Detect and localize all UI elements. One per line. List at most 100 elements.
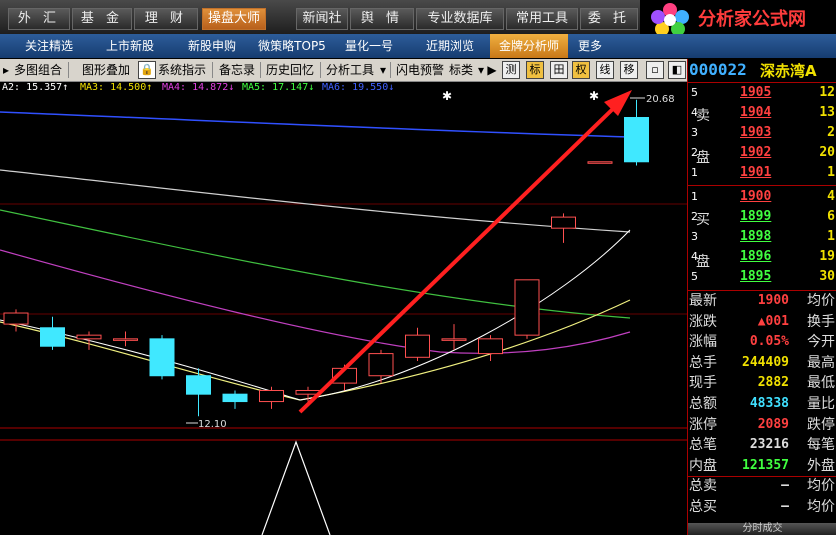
divider: [688, 185, 836, 186]
kline-chart[interactable]: ✱ ✱ 20.68 12.10: [0, 82, 687, 535]
marker-star: ✱: [442, 89, 452, 103]
candle-body[interactable]: [259, 389, 284, 403]
sell-level-row[interactable]: 1 1901 1: [688, 163, 836, 183]
sell-price: 1902: [740, 145, 772, 160]
nav-new-listings[interactable]: 上市新股: [94, 34, 166, 58]
level-number: 5: [691, 270, 698, 283]
feature-nav-bar: 关注精选 上市新股 新股申购 微策略TOP5 量化一号 近期浏览 金牌分析师 更…: [0, 34, 836, 58]
tab-time-trades[interactable]: 分时成交: [688, 523, 836, 535]
grid-toggle-icon[interactable]: 田: [550, 61, 568, 79]
quote-label: 总卖: [689, 478, 717, 495]
logo-title: 分析家公式网: [698, 9, 806, 30]
quote-value: 23216: [749, 437, 789, 453]
category-button[interactable]: 标类: [448, 61, 474, 79]
menu-news[interactable]: 新闻社: [296, 8, 348, 30]
level-number: 3: [691, 230, 698, 243]
menu-finance[interactable]: 理 财: [134, 8, 198, 30]
candle-body[interactable]: [186, 375, 211, 395]
nav-watchlist[interactable]: 关注精选: [14, 34, 84, 58]
candle-body[interactable]: [478, 338, 503, 355]
level-number: 1: [691, 190, 698, 203]
flower-logo-icon: [651, 3, 689, 34]
candle-body[interactable]: [514, 279, 540, 336]
menu-order[interactable]: 委 托: [580, 8, 638, 30]
quote-value: 244409: [742, 354, 789, 370]
toggle-move[interactable]: 移: [620, 61, 638, 79]
stock-code: 000022: [689, 60, 747, 79]
menu-sentiment[interactable]: 舆 情: [350, 8, 414, 30]
candle-body[interactable]: [441, 338, 467, 341]
quote-label: 最新: [689, 293, 717, 309]
quote-row: 涨跌 ▲001 换手: [688, 312, 836, 332]
sell-level-row[interactable]: 5 1905 12: [688, 83, 836, 103]
flash-alert-button[interactable]: 闪电预警: [394, 61, 446, 79]
dropdown-arrow-icon[interactable]: ▾: [378, 61, 388, 79]
candle-body[interactable]: [551, 216, 576, 229]
candle-body[interactable]: [222, 393, 248, 403]
buy-price: 1896: [740, 249, 772, 264]
candle-body[interactable]: [405, 334, 430, 358]
candle-body[interactable]: [113, 338, 138, 341]
overlay-button[interactable]: 图形叠加: [80, 61, 132, 79]
toggle-line[interactable]: 线: [596, 61, 614, 79]
multi-chart-button[interactable]: 多图组合: [12, 61, 64, 79]
lock-icon[interactable]: 🔒: [138, 61, 156, 79]
candle-body[interactable]: [587, 161, 613, 164]
expand-arrow-icon[interactable]: ▸: [2, 61, 10, 79]
candle-body[interactable]: [3, 312, 29, 325]
system-indicator-button[interactable]: 系统指示: [156, 61, 208, 79]
candle-body[interactable]: [368, 353, 394, 377]
window-restore-icon[interactable]: ▫: [646, 61, 664, 79]
analysis-tools-button[interactable]: 分析工具: [324, 61, 376, 79]
history-button[interactable]: 历史回忆: [264, 61, 316, 79]
buy-level-row[interactable]: 4 1896 19: [688, 247, 836, 267]
sell-price: 1904: [740, 105, 772, 120]
toolbar-divider: [390, 62, 391, 78]
quote-row: 总买 – 均价: [688, 497, 836, 517]
play-icon[interactable]: ▶: [486, 61, 498, 79]
level-number: 4: [691, 250, 698, 263]
nav-recent[interactable]: 近期浏览: [414, 34, 486, 58]
menu-database[interactable]: 专业数据库: [416, 8, 504, 30]
buy-level-row[interactable]: 5 1895 30: [688, 267, 836, 287]
dropdown-arrow-icon[interactable]: ▾: [476, 61, 486, 79]
quote-row: 涨幅 0.05% 今开: [688, 332, 836, 352]
buy-level-row[interactable]: 2 1899 6: [688, 207, 836, 227]
candle-body[interactable]: [76, 334, 102, 340]
toggle-measure[interactable]: 测: [502, 61, 520, 79]
quote-value: –: [781, 499, 789, 514]
nav-more[interactable]: 更多: [572, 34, 608, 58]
quote-label: 总买: [689, 499, 717, 515]
menu-fund[interactable]: 基 金: [72, 8, 132, 30]
sell-level-row[interactable]: 3 1903 2: [688, 123, 836, 143]
memo-button[interactable]: 备忘录: [216, 61, 258, 79]
nav-micro-strategy[interactable]: 微策略TOP5: [252, 34, 332, 58]
quote-label: 总笔: [689, 437, 717, 454]
collapse-panel-icon[interactable]: ◧: [668, 61, 686, 79]
nav-gold-analyst[interactable]: 金牌分析师: [490, 34, 568, 58]
menu-tools[interactable]: 常用工具: [506, 8, 578, 30]
toggle-mark[interactable]: 标: [526, 61, 544, 79]
sell-level-row[interactable]: 4 1904 13: [688, 103, 836, 123]
top-menu-bar: 外 汇 基 金 理 财 操盘大师 新闻社 舆 情 专业数据库 常用工具 委 托: [0, 0, 640, 35]
buy-volume: 4: [827, 189, 835, 204]
quote-value: ▲001: [757, 313, 789, 329]
menu-trading-master[interactable]: 操盘大师: [202, 8, 266, 30]
toggle-rights[interactable]: 权: [572, 61, 590, 79]
level-number: 3: [691, 126, 698, 139]
quote-right-label: 今开: [807, 334, 835, 351]
candle-body[interactable]: [149, 338, 175, 377]
trend-arrow: [298, 100, 622, 414]
candle-body[interactable]: [40, 327, 65, 347]
menu-forex[interactable]: 外 汇: [8, 8, 70, 30]
nav-ipo-subscribe[interactable]: 新股申购: [176, 34, 248, 58]
buy-level-row[interactable]: 3 1898 1: [688, 227, 836, 247]
sell-price: 1903: [740, 125, 772, 140]
sell-level-row[interactable]: 2 1902 20: [688, 143, 836, 163]
level-number: 2: [691, 146, 698, 159]
marker-star: ✱: [589, 89, 599, 103]
candle-body[interactable]: [624, 117, 649, 163]
indicator-line: [261, 440, 331, 535]
buy-level-row[interactable]: 1 1900 4: [688, 187, 836, 207]
nav-quant-one[interactable]: 量化一号: [336, 34, 402, 58]
